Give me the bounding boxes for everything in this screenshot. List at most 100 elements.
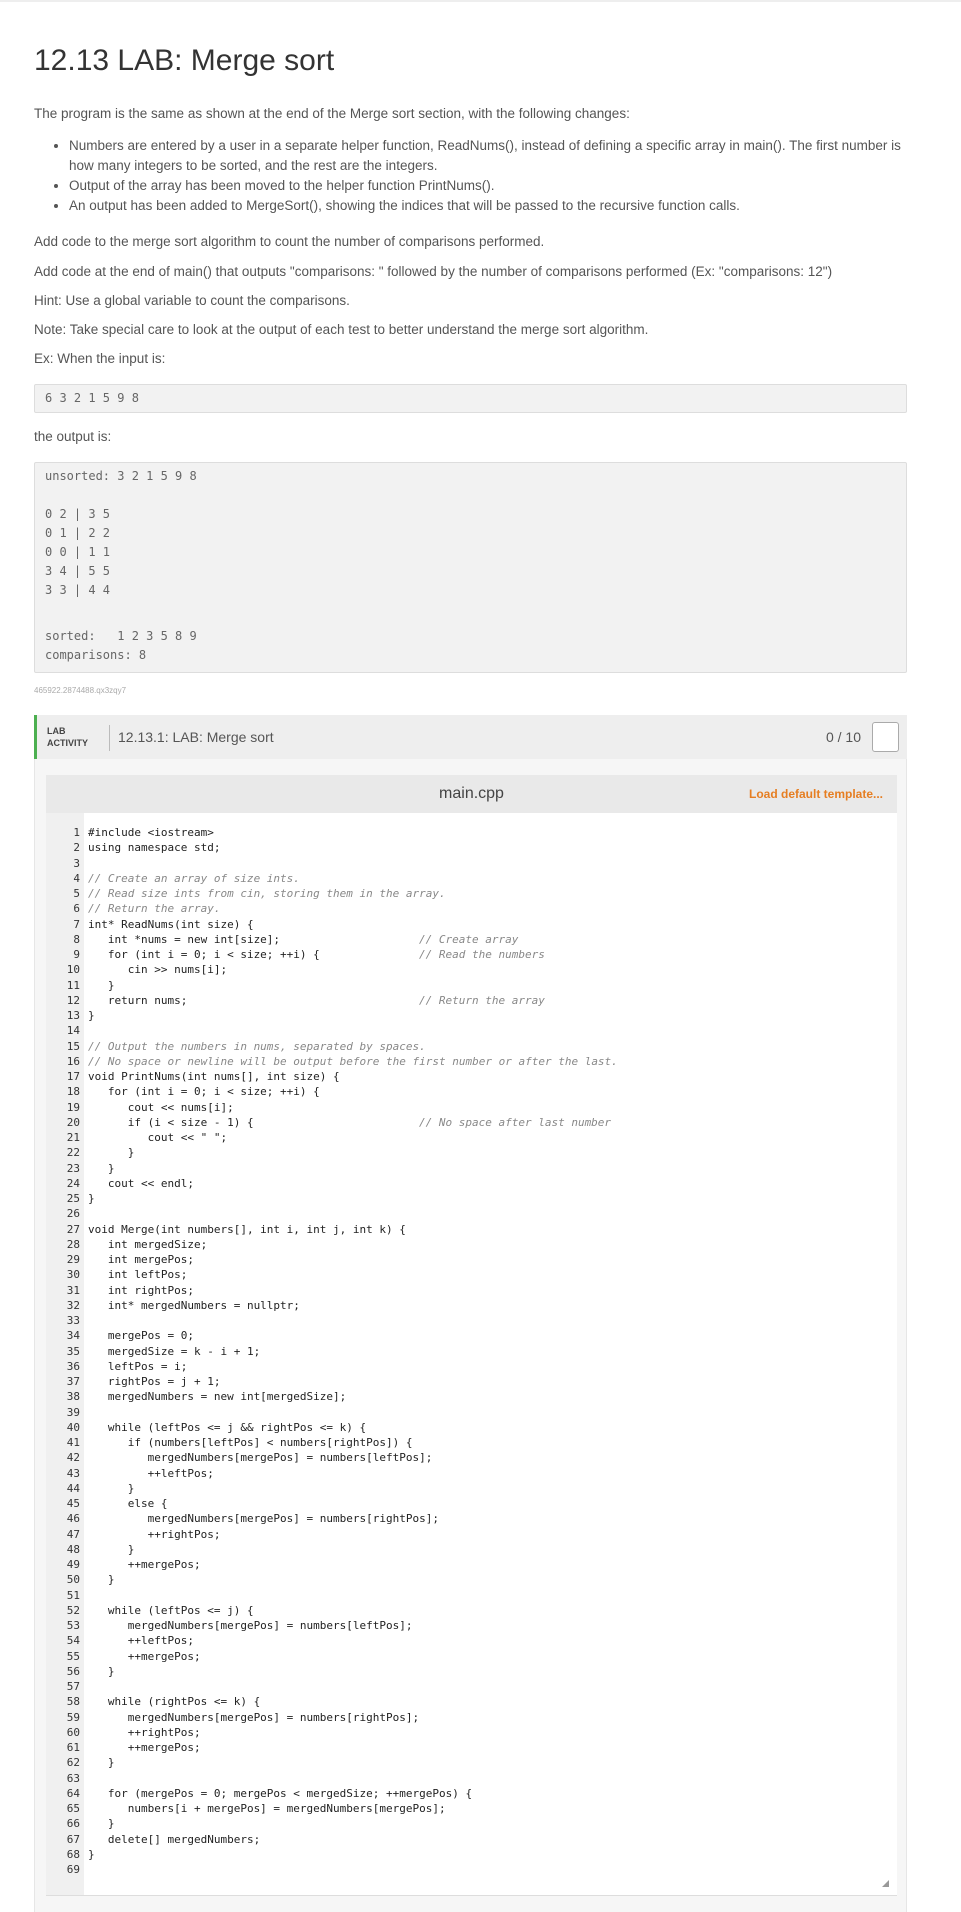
code-line[interactable]: 30 int leftPos; <box>46 1267 897 1282</box>
code-line[interactable]: 8 int *nums = new int[size]; // Create ar… <box>46 932 897 947</box>
code-editor[interactable]: 1 #include <iostream> 2 using namespace std… <box>46 813 897 1896</box>
output-line: sorted: 1 2 3 5 8 9 <box>45 629 197 643</box>
code-line[interactable]: 53 mergedNumbers[mergePos] = numbers[lef… <box>46 1618 897 1633</box>
code-line[interactable]: 69 <box>46 1862 897 1877</box>
code-line[interactable]: 50 } <box>46 1572 897 1587</box>
code-line[interactable]: 64 for (mergePos = 0; mergePos < mergedS… <box>46 1786 897 1801</box>
code-line[interactable]: 37 rightPos = j + 1; <box>46 1374 897 1389</box>
code-text: // No space or newline will be output be… <box>88 1054 618 1068</box>
code-line[interactable]: 44 } <box>46 1481 897 1496</box>
code-line[interactable]: 4 // Create an array of size ints. <box>46 871 897 886</box>
line-number: 56 <box>66 1664 80 1678</box>
code-line[interactable]: 38 mergedNumbers = new int[mergedSize]; <box>46 1389 897 1404</box>
code-line[interactable]: 42 mergedNumbers[mergePos] = numbers[lef… <box>46 1450 897 1465</box>
code-line[interactable]: 6 // Return the array. <box>46 901 897 916</box>
code-line[interactable]: 23 } <box>46 1161 897 1176</box>
line-number: 33 <box>66 1314 80 1327</box>
code-text: rightPos = j + 1; <box>88 1375 221 1388</box>
code-line[interactable]: 40 while (leftPos <= j && rightPos <= k)… <box>46 1420 897 1435</box>
line-number: 37 <box>66 1375 80 1388</box>
code-line[interactable]: 16 // No space or newline will be output … <box>46 1054 897 1069</box>
line-number: 7 <box>73 917 80 931</box>
code-line[interactable]: 14 <box>46 1023 897 1038</box>
code-line[interactable]: 11 } <box>46 978 897 993</box>
line-number: 15 <box>66 1039 80 1053</box>
code-line[interactable]: 18 for (int i = 0; i < size; ++i) { <box>46 1084 897 1099</box>
code-line[interactable]: 28 int mergedSize; <box>46 1237 897 1252</box>
lab-tag-line: ACTIVITY <box>47 738 89 748</box>
code-line[interactable]: 7 int* ReadNums(int size) { <box>46 917 897 932</box>
code-line[interactable]: 47 ++rightPos; <box>46 1527 897 1542</box>
code-line[interactable]: 32 int* mergedNumbers = nullptr; <box>46 1298 897 1313</box>
code-line[interactable]: 62 } <box>46 1755 897 1770</box>
code-line[interactable]: 17 void PrintNums(int nums[], int size) { <box>46 1069 897 1084</box>
code-line[interactable]: 45 else { <box>46 1496 897 1511</box>
code-line[interactable]: 29 int mergePos; <box>46 1252 897 1267</box>
code-line[interactable]: 12 return nums; // Return the array <box>46 993 897 1008</box>
code-line[interactable]: 13} <box>46 1008 897 1023</box>
code-line[interactable]: 57 <box>46 1679 897 1694</box>
code-line[interactable]: 34 mergePos = 0; <box>46 1328 897 1343</box>
code-line[interactable]: 5 // Read size ints from cin, storing the… <box>46 886 897 901</box>
code-line[interactable]: 49 ++mergePos; <box>46 1557 897 1572</box>
code-line[interactable]: 24 cout << endl; <box>46 1176 897 1191</box>
line-number: 68 <box>66 1847 80 1861</box>
output-label: the output is: <box>34 429 112 444</box>
code-line[interactable]: 59 mergedNumbers[mergePos] = numbers[rig… <box>46 1710 897 1725</box>
completion-checkbox-icon <box>872 722 899 752</box>
code-line[interactable]: 68} <box>46 1847 897 1862</box>
code-line[interactable]: 25} <box>46 1191 897 1206</box>
code-line[interactable]: 27 void Merge(int numbers[], int i, int j… <box>46 1222 897 1237</box>
code-line[interactable]: 60 ++rightPos; <box>46 1725 897 1740</box>
line-number: 18 <box>66 1085 80 1099</box>
code-line[interactable]: 61 ++mergePos; <box>46 1740 897 1755</box>
code-line[interactable]: 3 <box>46 856 897 871</box>
line-number: 47 <box>66 1527 80 1541</box>
load-default-template-link[interactable]: Load default template... <box>749 787 883 801</box>
line-number: 38 <box>66 1390 80 1404</box>
line-number: 45 <box>66 1497 80 1510</box>
code-line[interactable]: 58 while (rightPos <= k) { <box>46 1694 897 1709</box>
activity-id: 465922.2874488.qx3zqy7 <box>34 686 127 695</box>
code-line[interactable]: 52 while (leftPos <= j) { <box>46 1603 897 1618</box>
code-line[interactable]: 33 <box>46 1313 897 1328</box>
output-line: 0 1 | 2 2 <box>45 526 111 540</box>
code-line[interactable]: 35 mergedSize = k - i + 1; <box>46 1344 897 1359</box>
code-line[interactable]: 9 for (int i = 0; i < size; ++i) {// Rea… <box>46 947 897 962</box>
code-line[interactable]: 26 <box>46 1206 897 1221</box>
code-line[interactable]: 2 using namespace std; <box>46 840 897 855</box>
code-line[interactable]: 22 } <box>46 1145 897 1160</box>
code-line[interactable]: 67 delete[] mergedNumbers; <box>46 1832 897 1847</box>
code-text: cin >> nums[i]; <box>88 963 228 977</box>
output-line: 0 0 | 1 1 <box>45 545 111 559</box>
code-line[interactable]: 10 cin >> nums[i]; <box>46 962 897 977</box>
code-line[interactable]: 41 if (numbers[leftPos] < numbers[rightP… <box>46 1435 897 1450</box>
code-line[interactable]: 31 int rightPos; <box>46 1283 897 1298</box>
code-line[interactable]: 20 if (i < size - 1) {// No space after … <box>46 1115 897 1130</box>
code-line[interactable]: 48 } <box>46 1542 897 1557</box>
line-number: 61 <box>66 1741 80 1754</box>
code-line[interactable]: 15 // Output the numbers in nums, separat… <box>46 1039 897 1054</box>
code-line[interactable]: 54 ++leftPos; <box>46 1633 897 1648</box>
code-line[interactable]: 51 <box>46 1588 897 1603</box>
line-number: 42 <box>66 1451 80 1465</box>
code-line[interactable]: 21 cout << " "; <box>46 1130 897 1145</box>
code-line[interactable]: 19 cout << nums[i]; <box>46 1100 897 1115</box>
code-line[interactable]: 56 } <box>46 1664 897 1679</box>
line-number: 13 <box>66 1009 80 1022</box>
code-line[interactable]: 1 #include <iostream> <box>46 825 897 840</box>
code-text: mergedNumbers[mergePos] = numbers[rightP… <box>88 1710 420 1724</box>
code-line[interactable]: 43 ++leftPos; <box>46 1466 897 1481</box>
code-line[interactable]: 36 leftPos = i; <box>46 1359 897 1374</box>
code-line[interactable]: 39 <box>46 1405 897 1420</box>
line-number: 4 <box>73 871 80 885</box>
example-output-box: unsorted: 3 2 1 5 9 8 0 2 | 3 5 0 1 | 2 … <box>34 462 907 673</box>
code-line[interactable]: 65 numbers[i + mergePos] = mergedNumbers… <box>46 1801 897 1816</box>
code-line[interactable]: 63 <box>46 1771 897 1786</box>
code-line[interactable]: 46 mergedNumbers[mergePos] = numbers[rig… <box>46 1511 897 1526</box>
code-line[interactable]: 66 } <box>46 1816 897 1831</box>
line-number: 24 <box>66 1176 80 1190</box>
line-number: 60 <box>66 1725 80 1739</box>
code-line[interactable]: 55 ++mergePos; <box>46 1649 897 1664</box>
resize-handle-icon[interactable] <box>882 1880 889 1887</box>
